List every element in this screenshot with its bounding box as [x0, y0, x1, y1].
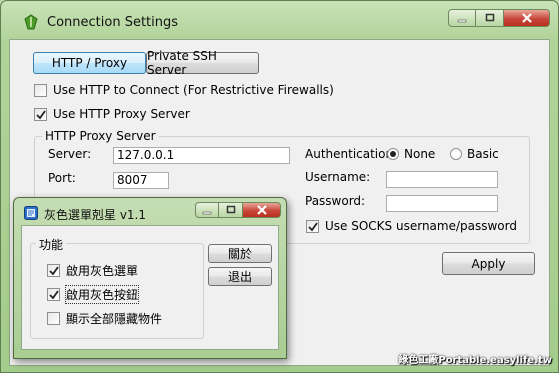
tab-http-proxy[interactable]: HTTP / Proxy — [33, 52, 146, 74]
checkbox-box — [47, 312, 60, 325]
dialog-panel: 功能 啟用灰色選單 啟用灰色按鈕 顯示全部隱藏物件 關於 退出 — [21, 225, 279, 350]
enable-gray-menus-label: 啟用灰色選單 — [66, 264, 139, 278]
show-hidden-objects-label: 顯示全部隱藏物件 — [66, 312, 163, 326]
use-http-connect-checkbox[interactable]: Use HTTP to Connect (For Restrictive Fir… — [34, 83, 334, 97]
checkbox-box — [306, 219, 319, 233]
use-http-connect-label: Use HTTP to Connect (For Restrictive Fir… — [53, 83, 334, 97]
checkmark-icon — [308, 221, 318, 231]
username-label: Username: — [305, 170, 371, 184]
use-http-proxy-label: Use HTTP Proxy Server — [53, 107, 190, 121]
use-http-proxy-checkbox[interactable]: Use HTTP Proxy Server — [34, 107, 190, 121]
app-icon — [23, 14, 39, 30]
close-icon — [504, 10, 549, 26]
about-button[interactable]: 關於 — [208, 244, 272, 263]
dialog-title: 灰色選單剋星 v1.1 — [44, 208, 147, 222]
tab-private-ssh-server[interactable]: Private SSH Server — [146, 49, 259, 77]
watermark: 綠色工廠Portable.easylife.tw — [398, 355, 552, 366]
password-input[interactable] — [386, 195, 498, 212]
dialog-maximize-button[interactable] — [219, 202, 243, 218]
title-bar[interactable]: Connection Settings — [1, 1, 558, 35]
close-icon — [243, 203, 280, 217]
radio-dot — [387, 148, 399, 160]
checkbox-box — [47, 264, 60, 277]
dialog-close-button[interactable] — [243, 202, 281, 218]
password-label: Password: — [305, 194, 366, 208]
minimize-icon — [196, 203, 218, 217]
window-controls — [448, 9, 550, 29]
checkbox-box — [34, 107, 47, 121]
close-button[interactable] — [504, 9, 550, 27]
use-socks-checkbox[interactable]: Use SOCKS username/password — [306, 219, 517, 233]
maximize-button[interactable] — [476, 9, 504, 27]
dialog-app-icon — [24, 206, 38, 220]
http-proxy-group-label: HTTP Proxy Server — [42, 129, 159, 143]
checkbox-box — [47, 288, 60, 301]
dialog-minimize-button[interactable] — [195, 202, 219, 218]
port-label: Port: — [48, 171, 76, 185]
features-group-label: 功能 — [36, 236, 67, 253]
gray-menu-buster-dialog: 灰色選單剋星 v1.1 功能 啟用灰色選單 啟用灰色按鈕 顯示全部隱藏物件 關於… — [13, 197, 287, 359]
port-input[interactable]: 8007 — [113, 172, 169, 189]
server-label: Server: — [48, 147, 92, 161]
auth-basic-label: Basic — [467, 147, 499, 161]
use-socks-label: Use SOCKS username/password — [325, 219, 517, 233]
auth-none-radio[interactable]: None — [387, 147, 435, 161]
checkbox-box — [34, 83, 47, 97]
enable-gray-buttons-checkbox[interactable]: 啟用灰色按鈕 — [47, 285, 140, 304]
server-input[interactable]: 127.0.0.1 — [113, 147, 290, 164]
minimize-button[interactable] — [448, 9, 476, 27]
enable-gray-menus-checkbox[interactable]: 啟用灰色選單 — [47, 262, 138, 279]
apply-button[interactable]: Apply — [442, 252, 535, 275]
exit-button[interactable]: 退出 — [208, 267, 272, 286]
minimize-icon — [449, 10, 475, 26]
maximize-icon — [219, 203, 242, 217]
dialog-window-controls — [195, 202, 281, 218]
enable-gray-buttons-label: 啟用灰色按鈕 — [64, 285, 140, 304]
show-hidden-objects-checkbox[interactable]: 顯示全部隱藏物件 — [47, 310, 162, 327]
radio-dot — [450, 148, 462, 160]
authentication-label: Authentication: — [305, 147, 398, 161]
username-input[interactable] — [386, 171, 498, 188]
window-title: Connection Settings — [47, 15, 179, 30]
checkmark-icon — [49, 290, 59, 300]
checkmark-icon — [49, 266, 59, 276]
auth-basic-radio[interactable]: Basic — [450, 147, 499, 161]
auth-none-label: None — [404, 147, 436, 161]
maximize-icon — [476, 10, 503, 26]
checkmark-icon — [36, 109, 46, 119]
